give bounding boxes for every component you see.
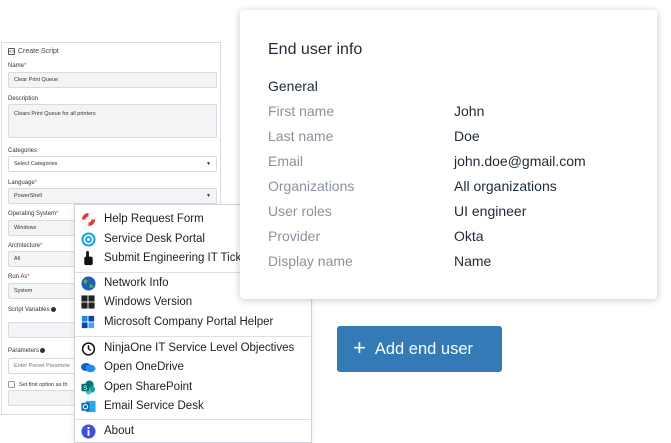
plus-icon: + bbox=[353, 335, 366, 360]
provider-value: Okta bbox=[454, 228, 484, 244]
user-roles-label: User roles bbox=[268, 203, 332, 219]
menu-item-open-onedrive[interactable]: Open OneDrive bbox=[75, 357, 311, 377]
categories-select[interactable]: Select Categories ▼ bbox=[8, 156, 217, 172]
menu-item-label: Windows Version bbox=[104, 296, 193, 308]
parameters-label: Parameters bbox=[8, 348, 46, 354]
first-option-label: Set first option as th bbox=[19, 381, 68, 388]
run-as-label: Run As* bbox=[8, 274, 30, 280]
outlook-icon bbox=[80, 398, 96, 414]
first-option-checkbox[interactable]: Set first option as th bbox=[8, 381, 68, 388]
script-variables-label: Script Variables bbox=[8, 307, 56, 313]
name-input[interactable]: Clear Print Queue bbox=[8, 72, 217, 88]
first-name-label: First name bbox=[268, 103, 335, 119]
categories-placeholder: Select Categories bbox=[14, 161, 58, 167]
menu-item-ninjaone-slo[interactable]: NinjaOne IT Service Level Objectives bbox=[75, 338, 311, 358]
chevron-down-icon: ▼ bbox=[206, 161, 211, 167]
language-label: Language* bbox=[8, 180, 38, 186]
operating-system-label: Operating System* bbox=[8, 211, 59, 217]
create-script-title: Create Script bbox=[18, 48, 59, 55]
organizations-label: Organizations bbox=[268, 178, 355, 194]
display-name-value: Name bbox=[454, 253, 492, 269]
menu-item-label: Service Desk Portal bbox=[104, 233, 205, 245]
menu-item-label: NinjaOne IT Service Level Objectives bbox=[104, 342, 295, 354]
architecture-label: Architecture* bbox=[8, 243, 43, 249]
info-icon bbox=[40, 348, 46, 353]
section-heading-general: General bbox=[268, 78, 318, 94]
add-end-user-label: Add end user bbox=[374, 339, 474, 358]
stopwatch-icon bbox=[80, 340, 96, 356]
menu-divider bbox=[75, 336, 311, 337]
svg-text:S: S bbox=[83, 384, 87, 391]
windows-logo-icon bbox=[80, 294, 96, 310]
language-value: PowerShell bbox=[14, 193, 42, 199]
hand-pointer-icon bbox=[80, 250, 96, 266]
card-title: End user info bbox=[268, 41, 363, 58]
menu-item-label: Microsoft Company Portal Helper bbox=[104, 316, 274, 328]
portal-swirl-icon bbox=[80, 231, 96, 247]
last-name-value: Doe bbox=[454, 128, 480, 144]
lifebuoy-icon bbox=[80, 211, 96, 227]
info-icon bbox=[50, 307, 56, 312]
sharepoint-icon: S bbox=[80, 379, 96, 395]
code-icon: <> bbox=[8, 48, 15, 55]
add-end-user-button[interactable]: + Add end user bbox=[337, 326, 502, 372]
menu-item-about[interactable]: About bbox=[75, 421, 311, 441]
menu-item-label: Open SharePoint bbox=[104, 381, 193, 393]
menu-item-label: Submit Engineering IT Ticket bbox=[104, 252, 251, 264]
user-roles-value: UI engineer bbox=[454, 203, 527, 219]
menu-item-open-sharepoint[interactable]: S Open SharePoint bbox=[75, 377, 311, 397]
last-name-label: Last name bbox=[268, 128, 334, 144]
organizations-value: All organizations bbox=[454, 178, 557, 194]
menu-item-label: Open OneDrive bbox=[104, 361, 184, 373]
onedrive-cloud-icon bbox=[80, 359, 96, 375]
chevron-down-icon: ▼ bbox=[206, 193, 211, 199]
menu-item-label: Email Service Desk bbox=[104, 400, 204, 412]
name-label: Name* bbox=[8, 63, 27, 69]
first-name-value: John bbox=[454, 103, 485, 119]
menu-item-label: Network Info bbox=[104, 277, 169, 289]
company-portal-icon bbox=[80, 314, 96, 330]
email-value: john.doe@gmail.com bbox=[454, 153, 586, 169]
email-label: Email bbox=[268, 153, 304, 169]
info-icon bbox=[80, 423, 96, 439]
menu-item-label: Help Request Form bbox=[104, 213, 204, 225]
menu-item-email-service-desk[interactable]: Email Service Desk bbox=[75, 396, 311, 416]
categories-label: Categories bbox=[8, 148, 38, 154]
menu-divider bbox=[75, 419, 311, 420]
display-name-label: Display name bbox=[268, 253, 353, 269]
globe-icon bbox=[80, 275, 96, 291]
end-user-info-card: End user info General First name John La… bbox=[240, 10, 657, 299]
description-input[interactable]: Clears Print Queue for all printers bbox=[8, 104, 217, 138]
provider-label: Provider bbox=[268, 228, 321, 244]
description-label: Description bbox=[8, 96, 39, 102]
menu-item-company-portal-helper[interactable]: Microsoft Company Portal Helper bbox=[75, 312, 311, 332]
checkbox-box[interactable] bbox=[8, 381, 15, 388]
language-select[interactable]: PowerShell ▼ bbox=[8, 188, 217, 204]
create-script-header: <> Create Script bbox=[8, 48, 59, 55]
menu-item-label: About bbox=[104, 425, 135, 437]
